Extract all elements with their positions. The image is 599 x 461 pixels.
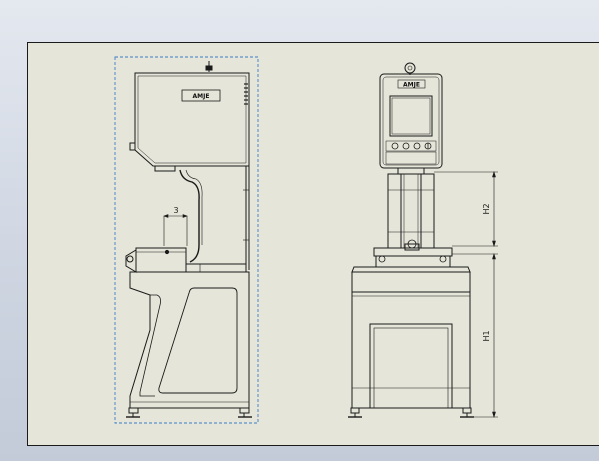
front-view[interactable]: AMJE H2 H1 bbox=[348, 62, 498, 419]
side-tool-block bbox=[135, 247, 187, 273]
front-cabinet-opening bbox=[369, 323, 453, 409]
side-dimension-label: 3 bbox=[173, 206, 178, 215]
side-foot-right bbox=[239, 407, 250, 414]
dimension-h1-label: H1 bbox=[482, 330, 491, 341]
side-marker-dot bbox=[164, 249, 170, 255]
lifting-ring bbox=[404, 62, 416, 74]
front-foot-right bbox=[462, 407, 472, 414]
side-clamp-knob bbox=[126, 255, 134, 263]
base-frame-window bbox=[158, 287, 238, 394]
front-badge: AMJE bbox=[397, 79, 426, 89]
side-badge-text: AMJE bbox=[193, 93, 210, 100]
side-foot-left bbox=[128, 407, 139, 414]
control-panel-frame bbox=[385, 140, 437, 152]
front-punch-holder bbox=[404, 243, 420, 251]
side-view[interactable]: AMJE 3 bbox=[114, 56, 259, 424]
dimension-h2: H2 bbox=[434, 170, 498, 248]
side-table-top bbox=[185, 263, 247, 273]
control-buttons bbox=[391, 142, 432, 150]
drawing-canvas[interactable]: AMJE 3 AMJE H2 H1 bbox=[0, 0, 599, 461]
head-housing bbox=[134, 72, 250, 167]
display-screen bbox=[389, 95, 433, 137]
front-column bbox=[387, 173, 435, 249]
top-knob bbox=[205, 65, 213, 71]
front-spindle-collar bbox=[397, 167, 425, 175]
dimension-h2-label: H2 bbox=[482, 203, 491, 214]
spindle-collar bbox=[154, 165, 176, 172]
front-table-body bbox=[375, 255, 451, 268]
front-table-plate bbox=[373, 247, 453, 257]
side-badge: AMJE bbox=[181, 89, 221, 102]
front-foot-left bbox=[350, 407, 360, 414]
dimension-h1: H1 bbox=[452, 252, 498, 419]
side-dimension: 3 bbox=[163, 206, 188, 246]
front-badge-text: AMJE bbox=[403, 82, 420, 89]
side-connector bbox=[129, 142, 136, 151]
front-table-lip bbox=[351, 266, 471, 273]
head-housing-inner bbox=[137, 75, 247, 164]
